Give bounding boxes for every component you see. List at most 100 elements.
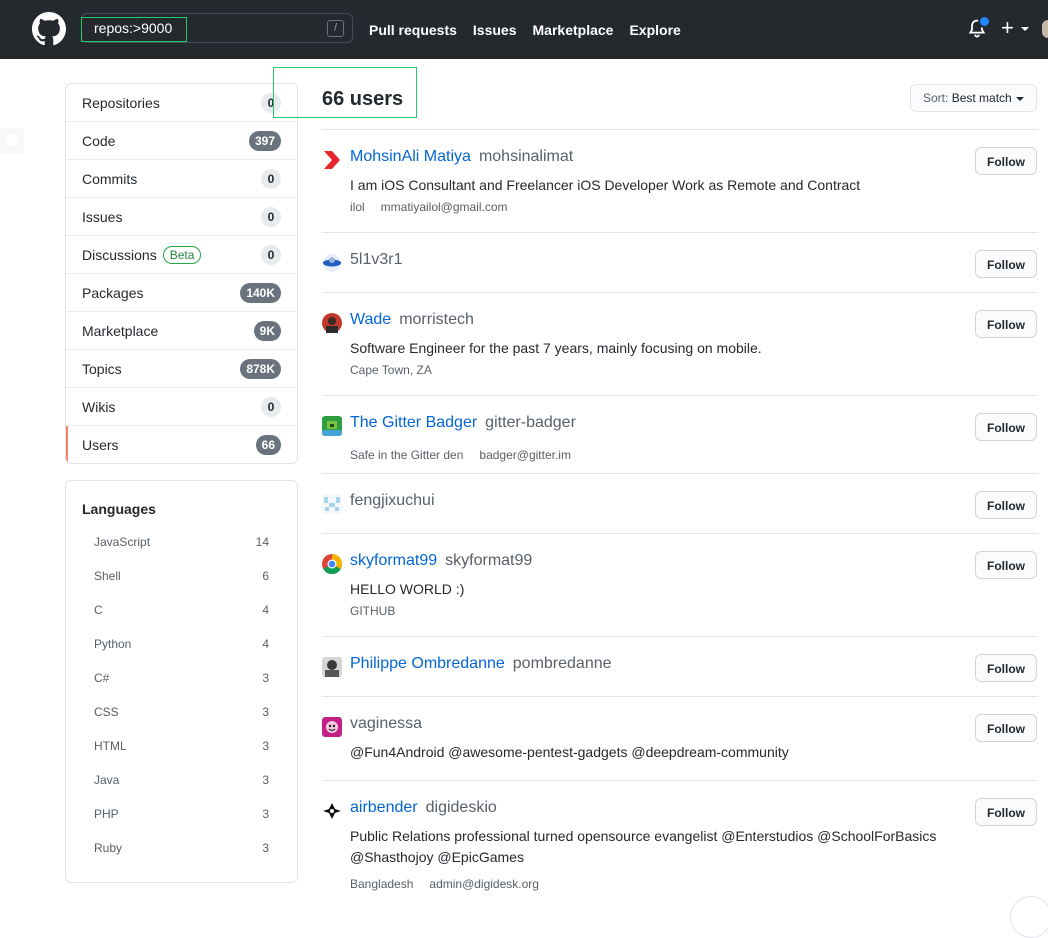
- sidebar-item-label: Marketplace: [82, 322, 159, 339]
- avatar[interactable]: [322, 657, 342, 677]
- user-login-link[interactable]: pombredanne: [513, 655, 612, 672]
- user-result-item: fengjixuchui Follow: [322, 474, 1038, 534]
- follow-button[interactable]: Follow: [975, 147, 1037, 175]
- sort-dropdown[interactable]: Sort: Best match: [910, 84, 1037, 112]
- user-login-link[interactable]: vaginessa: [350, 715, 422, 732]
- sidebar-item-repositories[interactable]: Repositories 0: [66, 84, 297, 122]
- user-title-line: fengjixuchui: [350, 492, 435, 510]
- language-name: C: [94, 603, 103, 617]
- avatar[interactable]: [322, 494, 342, 514]
- user-login-link[interactable]: mohsinalimat: [479, 148, 573, 165]
- user-email[interactable]: mmatiyailol@gmail.com: [381, 200, 508, 214]
- language-filter-item[interactable]: C# 3: [66, 661, 297, 695]
- sidebar-item-marketplace[interactable]: Marketplace 9K: [66, 312, 297, 350]
- sidebar-item-users[interactable]: Users 66: [66, 426, 297, 463]
- language-filter-item[interactable]: C4: [66, 593, 297, 627]
- language-filter-item[interactable]: HTML 3: [66, 729, 297, 763]
- follow-button[interactable]: Follow: [975, 413, 1037, 441]
- user-login-link[interactable]: digideskio: [426, 799, 497, 816]
- user-name-link[interactable]: Philippe Ombredanne: [350, 655, 505, 672]
- avatar[interactable]: [322, 554, 342, 574]
- count-badge: 397: [248, 130, 281, 151]
- avatar[interactable]: [322, 801, 342, 821]
- language-name: Python: [94, 637, 132, 651]
- chevron-down-icon[interactable]: [1021, 27, 1029, 31]
- follow-button[interactable]: Follow: [975, 491, 1037, 519]
- language-filter-item[interactable]: CSS 3: [66, 695, 297, 729]
- user-name-link[interactable]: airbender: [350, 799, 418, 816]
- nav-issues[interactable]: Issues: [473, 22, 517, 38]
- sidebar-item-label: Packages: [82, 284, 144, 301]
- avatar[interactable]: [322, 253, 342, 273]
- nav-explore[interactable]: Explore: [629, 22, 680, 38]
- language-filter-item[interactable]: Shell 6: [66, 559, 297, 593]
- count-badge: 66: [255, 435, 281, 455]
- user-title-line: airbender digideskio: [350, 799, 497, 817]
- user-email[interactable]: badger@gitter.im: [479, 448, 571, 462]
- nav-pull-requests[interactable]: Pull requests: [369, 22, 457, 38]
- avatar[interactable]: [322, 150, 342, 170]
- search-input[interactable]: [82, 14, 352, 42]
- user-login-link[interactable]: skyformat99: [445, 552, 532, 569]
- language-filter-item[interactable]: Ruby 3: [66, 831, 297, 865]
- count-badge: 0: [261, 168, 281, 189]
- user-name-link[interactable]: MohsinAli Matiya: [350, 148, 471, 165]
- sidebar-item-label: Users: [82, 437, 119, 453]
- sidebar-item-code[interactable]: Code 397: [66, 122, 297, 160]
- sidebar-item-packages[interactable]: Packages 140K: [66, 274, 297, 312]
- sidebar-item-discussions[interactable]: Discussions Beta 0: [66, 236, 297, 274]
- nav-marketplace[interactable]: Marketplace: [533, 22, 614, 38]
- count-badge: 0: [261, 206, 281, 227]
- language-count: 6: [262, 569, 269, 583]
- user-login-link[interactable]: fengjixuchui: [350, 492, 435, 509]
- follow-button[interactable]: Follow: [975, 250, 1037, 278]
- user-result-item: Philippe Ombredanne pombredanne Follow: [322, 637, 1038, 697]
- language-count: 3: [262, 807, 269, 821]
- avatar[interactable]: [322, 416, 342, 436]
- floating-button-edge: [1010, 896, 1048, 938]
- sidebar-item-issues[interactable]: Issues 0: [66, 198, 297, 236]
- follow-button[interactable]: Follow: [975, 714, 1037, 742]
- user-login-link[interactable]: 5l1v3r1: [350, 251, 402, 268]
- create-new-button[interactable]: +: [1001, 15, 1014, 41]
- user-meta: Cape Town, ZA: [350, 363, 448, 377]
- user-login-link[interactable]: gitter-badger: [485, 414, 576, 431]
- follow-button[interactable]: Follow: [975, 654, 1037, 682]
- avatar[interactable]: [322, 313, 342, 333]
- user-email[interactable]: admin@digidesk.org: [429, 877, 539, 891]
- follow-button[interactable]: Follow: [975, 798, 1037, 826]
- language-filter-item[interactable]: PHP 3: [66, 797, 297, 831]
- language-filter-item[interactable]: Python 4: [66, 627, 297, 661]
- language-name: Ruby: [94, 841, 123, 855]
- github-logo-icon[interactable]: [32, 12, 66, 46]
- user-name-link[interactable]: The Gitter Badger: [350, 414, 477, 431]
- user-name-link[interactable]: Wade: [350, 311, 391, 328]
- follow-button[interactable]: Follow: [975, 551, 1037, 579]
- languages-title: Languages: [82, 501, 156, 517]
- side-panel-tab[interactable]: [0, 128, 24, 154]
- user-location: ilol: [350, 200, 365, 214]
- language-count: 4: [262, 637, 269, 651]
- count-badge: 140K: [240, 282, 281, 303]
- user-result-item: skyformat99 skyformat99 HELLO WORLD :) GITH…: [322, 534, 1038, 637]
- language-filter-item[interactable]: Java 3: [66, 763, 297, 797]
- sidebar-item-commits[interactable]: Commits 0: [66, 160, 297, 198]
- sort-prefix: Sort:: [923, 91, 949, 105]
- sidebar-item-topics[interactable]: Topics 878K: [66, 350, 297, 388]
- top-header: / Pull requests Issues Marketplace Explo…: [0, 0, 1048, 59]
- language-name: C#: [94, 671, 110, 685]
- sidebar-item-label: Topics: [82, 360, 122, 377]
- count-badge: 0: [261, 92, 281, 113]
- follow-button[interactable]: Follow: [975, 310, 1037, 338]
- user-name-link[interactable]: skyformat99: [350, 552, 437, 569]
- language-filter-item[interactable]: JavaScript 14: [66, 525, 297, 559]
- language-count: 14: [255, 535, 269, 549]
- count-badge: 9K: [253, 320, 281, 341]
- user-login-link[interactable]: morristech: [399, 311, 474, 328]
- avatar[interactable]: [322, 717, 342, 737]
- sidebar-item-wikis[interactable]: Wikis 0: [66, 388, 297, 426]
- beta-badge: Beta: [162, 245, 202, 264]
- avatar[interactable]: [1042, 20, 1048, 38]
- user-result-item: 5l1v3r1 Follow: [322, 233, 1038, 293]
- user-meta: ilol mmatiyailol@gmail.com: [350, 200, 524, 214]
